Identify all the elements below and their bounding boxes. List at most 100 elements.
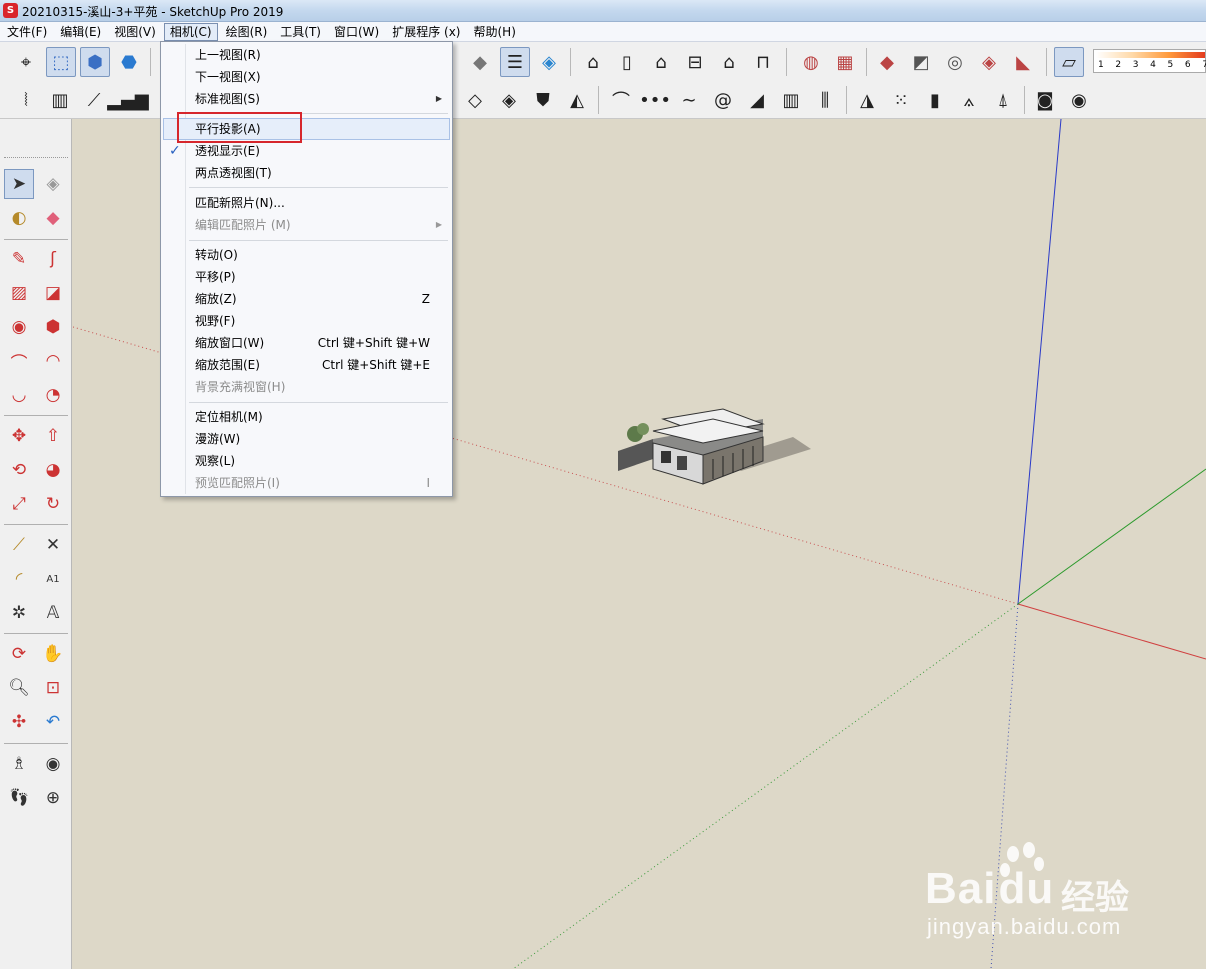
paint-bucket-icon[interactable]: ◐ <box>4 203 34 233</box>
component-icon[interactable]: ◈ <box>38 169 68 199</box>
menu-item-look-around[interactable]: 观察(L) <box>163 450 450 472</box>
box-blue-icon[interactable]: ◈ <box>534 47 564 77</box>
tiles-icon[interactable]: ◈ <box>494 85 524 115</box>
menu-item-match-new-photo[interactable]: 匹配新照片(N)... <box>163 192 450 214</box>
arch-icon[interactable]: ⌒ <box>606 85 636 115</box>
look-around-icon[interactable]: ◉ <box>38 749 68 779</box>
select-icon[interactable]: ➤ <box>4 169 34 199</box>
sandbox-flip-icon[interactable]: ◈ <box>974 47 1004 77</box>
menu-draw[interactable]: 绘图(R) <box>221 23 273 41</box>
extrude-icon[interactable]: ▮ <box>920 85 950 115</box>
cube-icon[interactable]: ⬣ <box>114 47 144 77</box>
pan-icon[interactable]: ✋ <box>38 639 68 669</box>
menu-item-pan[interactable]: 平移(P) <box>163 266 450 288</box>
menu-view[interactable]: 视图(V) <box>109 23 161 41</box>
menu-extensions[interactable]: 扩展程序 (x) <box>387 23 465 41</box>
house-top-icon[interactable]: ⊟ <box>680 47 710 77</box>
rail-icon[interactable]: ⟋ <box>79 85 109 115</box>
push-pull-icon[interactable]: ⇧ <box>38 421 68 451</box>
eraser-box-icon[interactable]: ▱ <box>1054 47 1084 77</box>
prism-icon[interactable]: ◮ <box>852 85 882 115</box>
menu-item-two-point-perspective[interactable]: 两点透视图(T) <box>163 162 450 184</box>
menu-item-standard-views[interactable]: 标准视图(S) ▶ <box>163 88 450 110</box>
menu-item-zoom-window[interactable]: 缩放窗口(W) Ctrl 键+Shift 键+W <box>163 332 450 354</box>
menu-item-position-camera[interactable]: 定位相机(M) <box>163 406 450 428</box>
menu-file[interactable]: 文件(F) <box>2 23 52 41</box>
broom-icon[interactable]: ⍋ <box>988 85 1018 115</box>
zoom-window-icon[interactable]: ⊡ <box>38 673 68 703</box>
eraser-icon[interactable]: ◆ <box>38 203 68 233</box>
component-box-icon[interactable]: ⬢ <box>80 47 110 77</box>
orbit-icon[interactable]: ⟳ <box>4 639 34 669</box>
grid-diamond-icon[interactable]: ◇ <box>460 85 490 115</box>
sandbox-add-detail-icon[interactable]: ◎ <box>940 47 970 77</box>
offset-icon[interactable]: ↻ <box>38 489 68 519</box>
model-icon[interactable]: ◙ <box>1030 85 1060 115</box>
triangle-icon[interactable]: ◢ <box>742 85 772 115</box>
menu-item-field-of-view[interactable]: 视野(F) <box>163 310 450 332</box>
house-front-icon[interactable]: ⌂ <box>646 47 676 77</box>
position-camera-icon[interactable]: ♗ <box>4 749 34 779</box>
menu-window[interactable]: 窗口(W) <box>329 23 384 41</box>
house-iso-icon[interactable]: ⌂ <box>578 47 608 77</box>
sandbox-grid-icon[interactable]: ▦ <box>830 47 860 77</box>
dimension-icon[interactable]: ✕ <box>38 530 68 560</box>
menu-item-zoom[interactable]: 缩放(Z) Z <box>163 288 450 310</box>
menu-item-previous-view[interactable]: 上一视图(R) <box>163 44 450 66</box>
figure-icon[interactable]: ⛊ <box>528 85 558 115</box>
rectangle-icon[interactable]: ▨ <box>4 278 34 308</box>
stair-icon[interactable]: ⦚ <box>11 85 41 115</box>
select-box-icon[interactable]: ⬚ <box>46 47 76 77</box>
menu-item-walk[interactable]: 漫游(W) <box>163 428 450 450</box>
spiral-icon[interactable]: @ <box>708 85 738 115</box>
menu-item-orbit[interactable]: 转动(O) <box>163 244 450 266</box>
previous-view-icon[interactable]: ↶ <box>38 707 68 737</box>
house-outline-icon[interactable]: ⌂ <box>714 47 744 77</box>
sandbox-stamp-icon[interactable]: ◆ <box>872 47 902 77</box>
sandbox-smoove-icon[interactable]: ◍ <box>796 47 826 77</box>
two-point-arc-icon[interactable]: ◠ <box>38 346 68 376</box>
compass-icon[interactable]: ⟑ <box>954 85 984 115</box>
arc-icon[interactable]: ⌒ <box>4 346 34 376</box>
wave-icon[interactable]: ∼ <box>674 85 704 115</box>
follow-me-icon[interactable]: ◕ <box>38 455 68 485</box>
circle-icon[interactable]: ◉ <box>4 312 34 342</box>
protractor-icon[interactable]: ◜ <box>4 564 34 594</box>
sandbox-red-icon[interactable]: ◣ <box>1008 47 1038 77</box>
lens-icon[interactable]: ◉ <box>1064 85 1094 115</box>
house-side-icon[interactable]: ⊓ <box>748 47 778 77</box>
move-icon[interactable]: ✥ <box>4 421 34 451</box>
sandbox-drape-icon[interactable]: ◩ <box>906 47 936 77</box>
rotated-rectangle-icon[interactable]: ◪ <box>38 278 68 308</box>
pie-icon[interactable]: ◔ <box>38 380 68 410</box>
text-icon[interactable]: A1 <box>38 564 68 594</box>
axes-icon[interactable]: ✲ <box>4 598 34 628</box>
polygon-icon[interactable]: ⬢ <box>38 312 68 342</box>
section-plane-icon[interactable]: ⊕ <box>38 783 68 813</box>
menu-help[interactable]: 帮助(H) <box>468 23 520 41</box>
menu-item-zoom-extents[interactable]: 缩放范围(E) Ctrl 键+Shift 键+E <box>163 354 450 376</box>
pencil-icon[interactable]: ✎ <box>4 244 34 274</box>
menu-item-perspective[interactable]: ✓ 透视显示(E) <box>163 140 450 162</box>
door-icon[interactable]: ▯ <box>612 47 642 77</box>
bars-icon[interactable]: ▂▄▆ <box>107 85 149 115</box>
scale-icon[interactable]: ⤢ <box>4 489 34 519</box>
tape-measure-icon[interactable]: ⟋ <box>4 530 34 560</box>
wall-icon[interactable]: ▥ <box>45 85 75 115</box>
layers-icon[interactable]: ☰ <box>500 47 530 77</box>
rotate-icon[interactable]: ⟲ <box>4 455 34 485</box>
zoom-icon[interactable]: 🔍︎ <box>4 673 34 703</box>
menu-tools[interactable]: 工具(T) <box>275 23 326 41</box>
menu-camera[interactable]: 相机(C) <box>163 22 218 41</box>
dots-icon[interactable]: ••• <box>639 85 671 115</box>
menu-item-next-view[interactable]: 下一视图(X) <box>163 66 450 88</box>
dot-grid-icon[interactable]: ⁙ <box>886 85 916 115</box>
shaded-icon[interactable]: ◆ <box>465 47 495 77</box>
menu-edit[interactable]: 编辑(E) <box>55 23 106 41</box>
walk-icon[interactable]: 👣︎ <box>4 783 34 813</box>
freehand-icon[interactable]: ʃ <box>38 244 68 274</box>
zoom-extents-icon[interactable]: ✣ <box>4 707 34 737</box>
paint-box-icon[interactable]: ◭ <box>562 85 592 115</box>
columns-icon[interactable]: ⫼ <box>810 85 840 115</box>
three-point-arc-icon[interactable]: ◡ <box>4 380 34 410</box>
